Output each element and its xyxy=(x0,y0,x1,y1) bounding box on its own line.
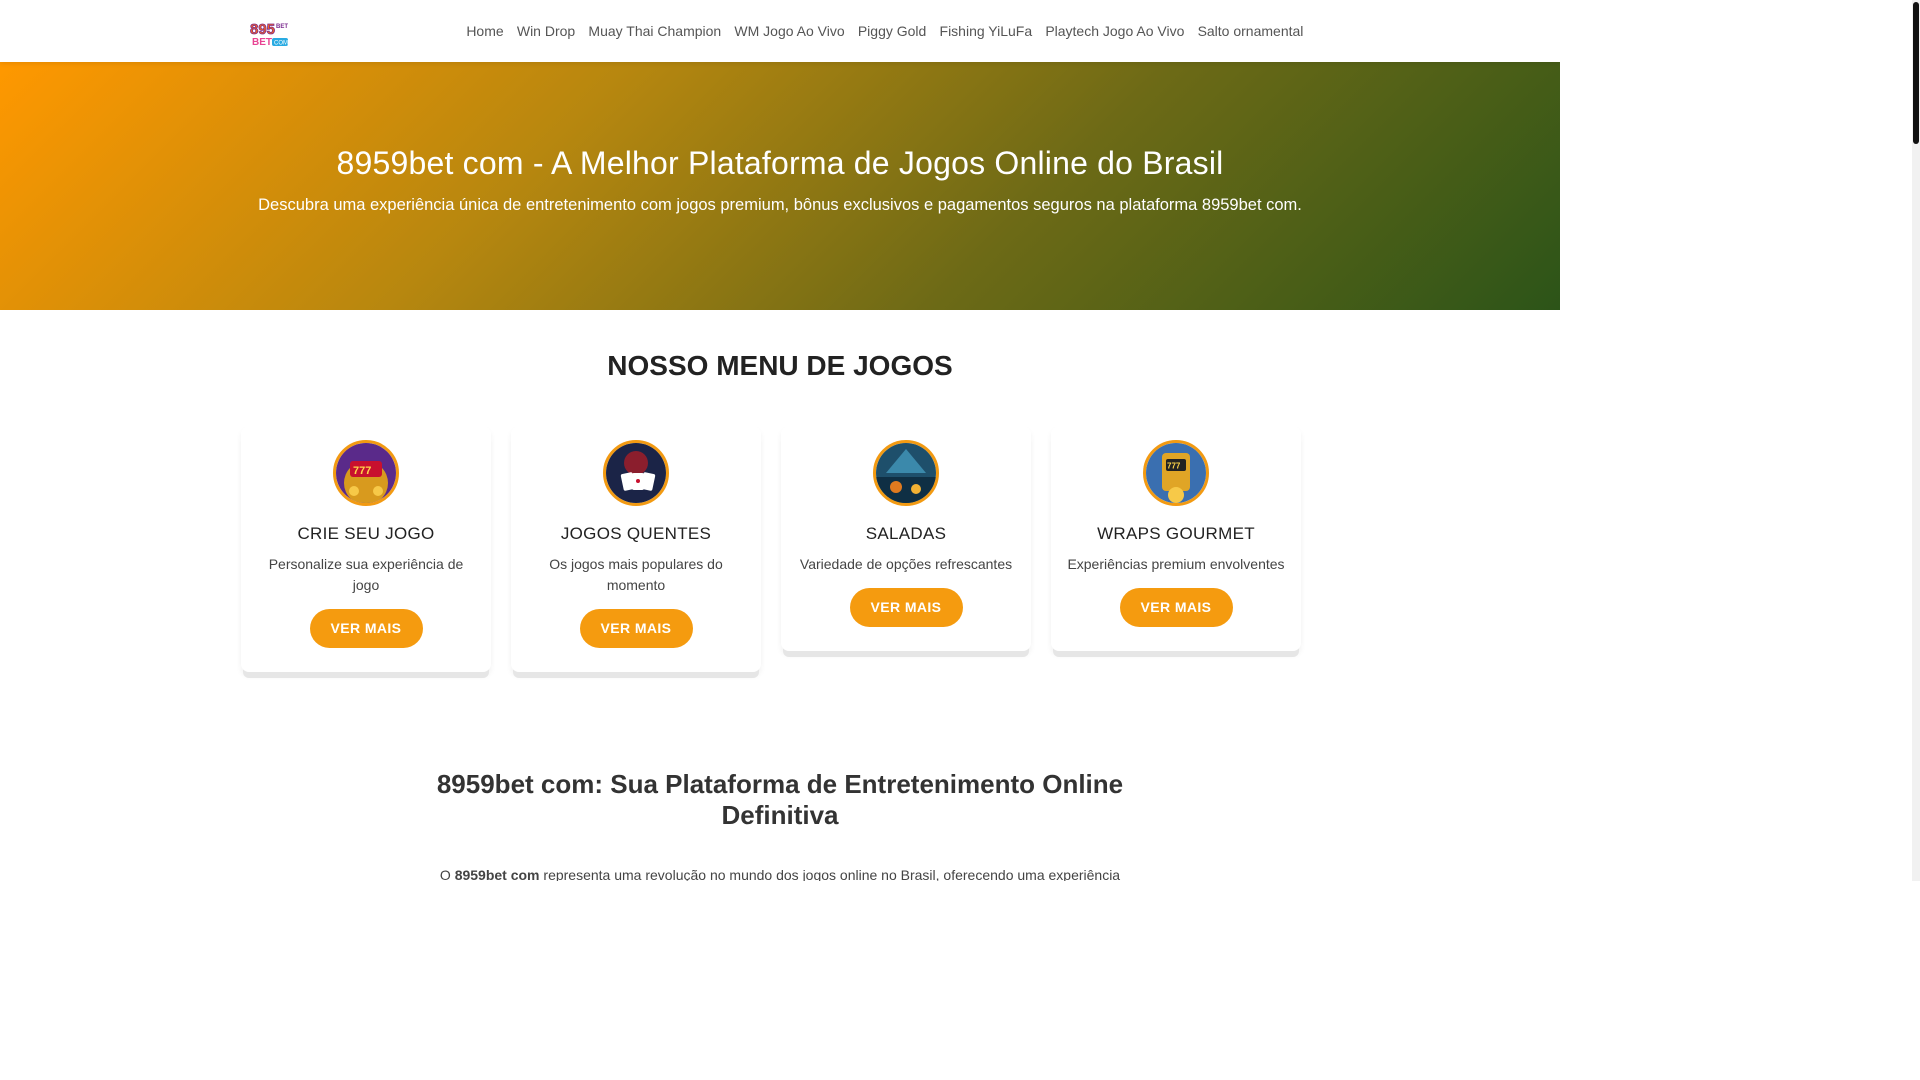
ver-mais-button[interactable]: VER MAIS xyxy=(579,609,693,648)
nav-playtech-jogo-ao-vivo[interactable]: Playtech Jogo Ao Vivo xyxy=(1039,0,1191,62)
hero-title: 8959bet com - A Melhor Plataforma de Jog… xyxy=(336,145,1224,181)
games-section-title: NOSSO MENU DE JOGOS xyxy=(607,350,953,381)
game-card: 777 WRAPS GOURMET Experiências premium e… xyxy=(1051,426,1301,651)
card-title: JOGOS QUENTES xyxy=(560,524,712,543)
main-nav: Home Win Drop Muay Thai Champion WM Jogo… xyxy=(460,0,1310,62)
card-description: Os jogos mais populares do momento xyxy=(549,556,723,593)
nav-fishing-yilufa[interactable]: Fishing YiLuFa xyxy=(933,0,1039,62)
svg-text:COM: COM xyxy=(274,41,288,47)
site-header: 895 BET BET COM Home Win Drop Muay Thai … xyxy=(0,0,1560,62)
slot-machine-icon: 777 xyxy=(1143,440,1209,506)
scrollbar-thumb[interactable] xyxy=(1913,2,1919,144)
article-title: 8959bet com: Sua Plataforma de Entreteni… xyxy=(436,769,1124,830)
nav-salto-ornamental[interactable]: Salto ornamental xyxy=(1191,0,1310,62)
svg-text:777: 777 xyxy=(353,465,371,477)
hero-subtitle: Descubra uma experiência única de entret… xyxy=(258,196,1302,214)
article-text-prefix: O xyxy=(439,867,455,881)
svg-text:BET: BET xyxy=(276,24,288,30)
fishing-game-icon xyxy=(873,440,939,506)
card-title: SALADAS xyxy=(865,524,947,543)
hero-banner: 8959bet com - A Melhor Plataforma de Jog… xyxy=(0,62,1560,310)
card-description: Variedade de opções refrescantes xyxy=(799,556,1013,572)
casino-cards-icon xyxy=(603,440,669,506)
game-card: 777 CRIE SEU JOGO Personalize sua experi… xyxy=(241,426,491,672)
nav-win-drop[interactable]: Win Drop xyxy=(510,0,582,62)
ver-mais-button[interactable]: VER MAIS xyxy=(1119,588,1233,627)
ver-mais-button[interactable]: VER MAIS xyxy=(849,588,963,627)
page: 895 BET BET COM Home Win Drop Muay Thai … xyxy=(0,0,1560,881)
svg-text:BET: BET xyxy=(252,37,272,48)
nav-home[interactable]: Home xyxy=(460,0,511,62)
card-description: Experiências premium envolventes xyxy=(1067,556,1285,572)
card-title: CRIE SEU JOGO xyxy=(297,524,435,543)
nav-muay-thai-champion[interactable]: Muay Thai Champion xyxy=(582,0,728,62)
card-description: Personalize sua experiência de jogo xyxy=(268,556,464,593)
site-logo[interactable]: 895 BET BET COM xyxy=(250,14,290,48)
game-card: JOGOS QUENTES Os jogos mais populares do… xyxy=(511,426,761,672)
page-scrollbar[interactable] xyxy=(1912,0,1920,881)
game-card: SALADAS Variedade de opções refrescantes… xyxy=(781,426,1031,651)
article-text-rest: representa uma revolução no mundo dos jo… xyxy=(543,867,1121,881)
svg-text:777: 777 xyxy=(1167,462,1181,471)
ver-mais-button[interactable]: VER MAIS xyxy=(309,609,423,648)
svg-text:895: 895 xyxy=(250,21,275,38)
nav-piggy-gold[interactable]: Piggy Gold xyxy=(851,0,933,62)
article-intro: O 8959bet com representa uma revolução n… xyxy=(420,867,1140,881)
nav-wm-jogo-ao-vivo[interactable]: WM Jogo Ao Vivo xyxy=(728,0,851,62)
card-title: WRAPS GOURMET xyxy=(1097,524,1255,543)
article-brand: 8959bet com xyxy=(454,867,540,881)
game-cards: 777 CRIE SEU JOGO Personalize sua experi… xyxy=(241,426,1319,672)
slot-777-icon: 777 xyxy=(333,440,399,506)
